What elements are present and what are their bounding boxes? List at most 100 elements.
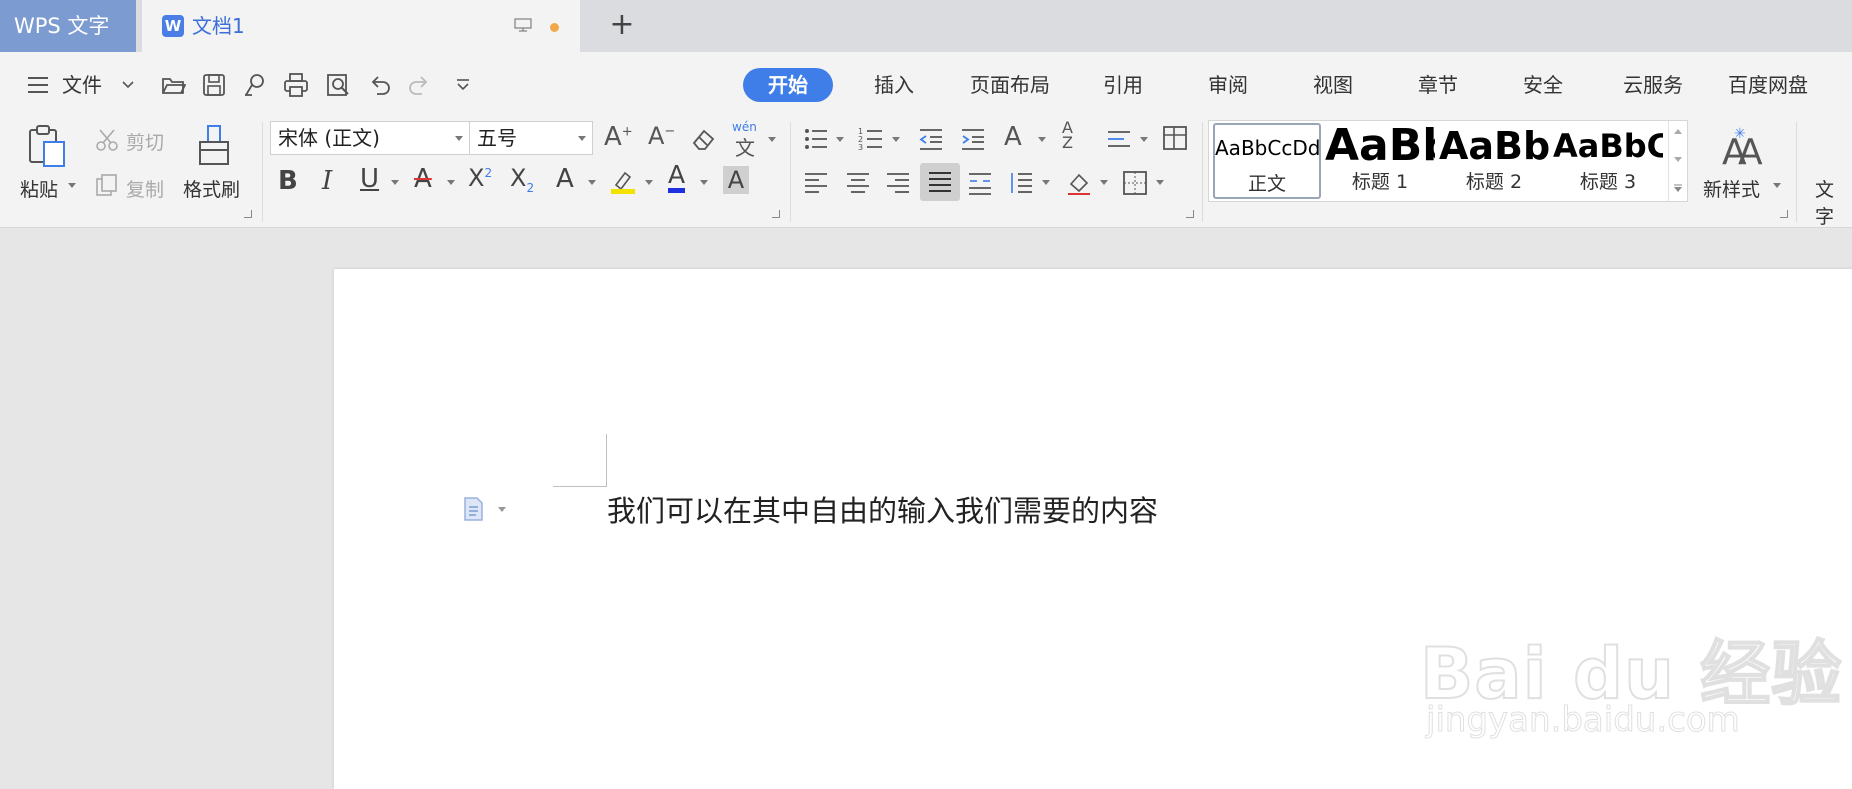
phonetic-dropdown-icon[interactable]	[768, 137, 776, 143]
bullet-list-icon[interactable]	[803, 126, 829, 152]
italic-icon[interactable]: I	[322, 166, 332, 196]
decrease-indent-icon[interactable]	[918, 126, 944, 152]
text-direction-icon[interactable]: A	[1004, 122, 1022, 152]
text-tools-button[interactable]: 文字	[1815, 175, 1852, 229]
align-left-icon[interactable]	[803, 170, 829, 196]
expand-gallery-icon[interactable]	[1673, 183, 1683, 193]
font-name-combo[interactable]: 宋体 (正文)	[270, 121, 470, 155]
strikethrough-icon[interactable]: A	[414, 164, 432, 194]
paste-button[interactable]: 粘贴	[20, 175, 58, 202]
new-style-icon[interactable]: A A ✳	[1720, 124, 1764, 168]
chevron-down-icon[interactable]	[121, 78, 135, 92]
font-size-dropdown-icon[interactable]	[578, 136, 586, 142]
style-normal[interactable]: AaBbCcDd 正文	[1213, 123, 1321, 199]
tab-insert[interactable]: 插入	[864, 68, 924, 102]
align-center-icon[interactable]	[845, 170, 871, 196]
subscript-icon[interactable]: X2	[510, 164, 534, 195]
line-break-dropdown-icon[interactable]	[1140, 137, 1148, 143]
customize-quick-access-icon[interactable]	[450, 72, 476, 98]
style-gallery-scroller[interactable]	[1668, 121, 1687, 201]
bold-icon[interactable]: B	[278, 166, 298, 196]
print-preview-icon[interactable]	[325, 72, 351, 98]
presentation-icon[interactable]	[514, 18, 532, 32]
numbered-list-icon[interactable]: 123	[858, 126, 884, 152]
shrink-font-icon[interactable]: A−	[648, 122, 675, 150]
new-style-button[interactable]: 新样式	[1703, 175, 1760, 202]
line-spacing-icon[interactable]	[1008, 170, 1034, 196]
increase-indent-icon[interactable]	[960, 126, 986, 152]
phonetic-guide-icon[interactable]: 文	[735, 132, 755, 161]
borders-icon[interactable]	[1122, 170, 1148, 196]
paste-icon[interactable]	[26, 124, 68, 168]
justify-button[interactable]	[920, 163, 960, 201]
eraser-icon[interactable]	[690, 126, 716, 152]
format-painter-button[interactable]: 格式刷	[183, 175, 240, 202]
text-effect-dropdown-icon[interactable]	[588, 180, 596, 186]
scissors-icon[interactable]	[94, 127, 120, 153]
table-icon[interactable]	[1162, 125, 1188, 151]
tab-references[interactable]: 引用	[1093, 68, 1153, 102]
cut-button[interactable]: 剪切	[126, 128, 164, 155]
shading-dropdown-icon[interactable]	[1100, 180, 1108, 186]
underline-dropdown-icon[interactable]	[391, 180, 399, 186]
open-folder-icon[interactable]	[160, 72, 186, 98]
copy-button[interactable]: 复制	[126, 175, 164, 202]
paragraph-layout-dropdown-icon[interactable]	[498, 507, 506, 513]
superscript-icon[interactable]: X2	[468, 164, 492, 192]
paste-dropdown-icon[interactable]	[68, 183, 76, 189]
clipboard-group-launcher[interactable]	[244, 210, 252, 218]
file-menu[interactable]: 文件	[62, 70, 102, 100]
undo-icon[interactable]	[366, 72, 392, 98]
print-icon[interactable]	[283, 72, 309, 98]
underline-icon[interactable]: U	[360, 164, 379, 194]
character-shading-icon[interactable]: A	[723, 166, 749, 194]
style-heading-1[interactable]: AaBb 标题 1	[1325, 123, 1435, 199]
hamburger-menu-icon[interactable]	[26, 75, 50, 95]
line-break-icon[interactable]	[1106, 126, 1132, 152]
highlight-icon[interactable]	[610, 168, 636, 194]
tab-security[interactable]: 安全	[1513, 68, 1573, 102]
document-tab[interactable]: W 文档1	[142, 0, 580, 52]
document-body-text[interactable]: 我们可以在其中自由的输入我们需要的内容	[607, 491, 1158, 531]
font-name-dropdown-icon[interactable]	[455, 136, 463, 142]
style-heading-2[interactable]: AaBbC 标题 2	[1439, 123, 1549, 199]
paragraph-group-launcher[interactable]	[1186, 210, 1194, 218]
style-heading-3[interactable]: AaBbCc 标题 3	[1553, 123, 1663, 199]
font-group-launcher[interactable]	[772, 210, 780, 218]
font-color-icon[interactable]: A	[668, 162, 686, 193]
distributed-align-icon[interactable]	[967, 170, 993, 196]
paragraph-layout-icon[interactable]	[462, 496, 486, 522]
tab-cloud-services[interactable]: 云服务	[1612, 68, 1694, 102]
text-effect-icon[interactable]: A	[556, 164, 574, 194]
line-spacing-dropdown-icon[interactable]	[1042, 180, 1050, 186]
numbering-dropdown-icon[interactable]	[892, 137, 900, 143]
app-tab[interactable]: WPS 文字	[0, 0, 136, 52]
font-size-combo[interactable]: 五号	[469, 121, 593, 155]
sort-icon[interactable]: AZ	[1062, 120, 1073, 151]
highlight-dropdown-icon[interactable]	[645, 180, 653, 186]
shading-icon[interactable]	[1066, 170, 1092, 196]
scroll-down-icon[interactable]	[1674, 157, 1682, 163]
grow-font-icon[interactable]: A+	[604, 122, 633, 152]
tab-baidu-netdisk[interactable]: 百度网盘	[1716, 68, 1820, 102]
align-right-icon[interactable]	[885, 170, 911, 196]
text-direction-dropdown-icon[interactable]	[1038, 137, 1046, 143]
scroll-up-icon[interactable]	[1674, 129, 1682, 135]
styles-group-launcher[interactable]	[1780, 210, 1788, 218]
tab-view[interactable]: 视图	[1303, 68, 1363, 102]
format-painter-icon[interactable]	[194, 124, 234, 168]
copy-icon[interactable]	[94, 172, 120, 198]
strikethrough-dropdown-icon[interactable]	[447, 180, 455, 186]
tab-page-layout[interactable]: 页面布局	[960, 68, 1060, 102]
new-tab-button[interactable]: +	[606, 10, 638, 42]
save-icon[interactable]	[201, 72, 227, 98]
borders-dropdown-icon[interactable]	[1156, 180, 1164, 186]
export-pdf-icon[interactable]	[242, 72, 268, 98]
redo-icon[interactable]	[407, 72, 433, 98]
tab-chapter[interactable]: 章节	[1408, 68, 1468, 102]
new-style-dropdown-icon[interactable]	[1773, 183, 1781, 189]
tab-home[interactable]: 开始	[743, 68, 833, 102]
font-color-dropdown-icon[interactable]	[700, 180, 708, 186]
bullet-dropdown-icon[interactable]	[836, 137, 844, 143]
tab-review[interactable]: 审阅	[1198, 68, 1258, 102]
